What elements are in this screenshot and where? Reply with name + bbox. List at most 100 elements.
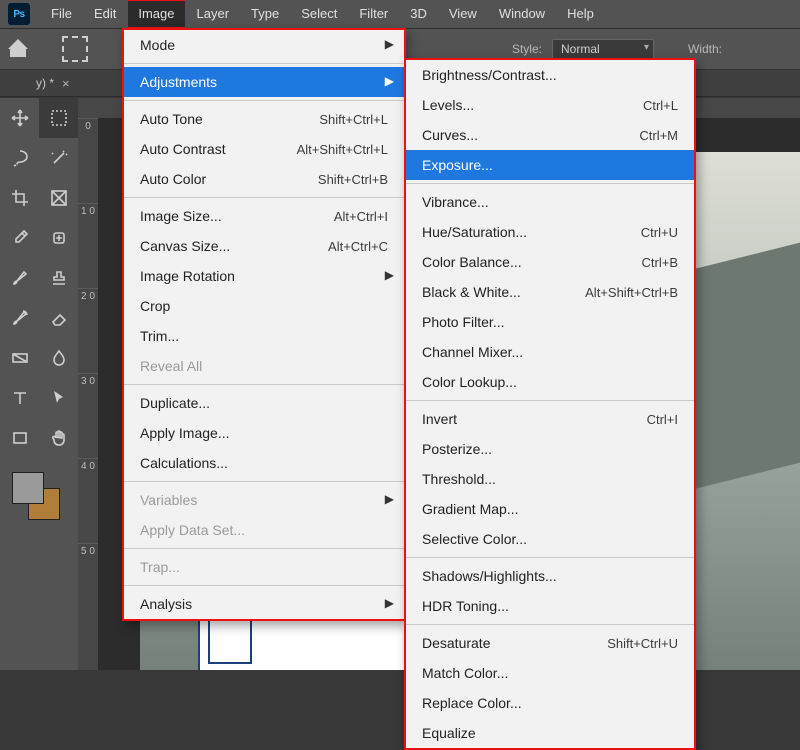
menu-3d[interactable]: 3D xyxy=(399,0,438,28)
adjustments-menu-invert[interactable]: Invert Ctrl+I xyxy=(406,404,694,434)
menu-item-label: Color Lookup... xyxy=(422,374,517,390)
menu-item-label: Invert xyxy=(422,411,457,427)
ruler-tick: 2 0 xyxy=(78,288,98,373)
brush-tool[interactable] xyxy=(0,258,39,298)
menu-help[interactable]: Help xyxy=(556,0,605,28)
image-menu: Mode▶Adjustments▶Auto ToneShift+Ctrl+LAu… xyxy=(122,28,406,621)
menu-item-shortcut: Shift+Ctrl+L xyxy=(211,112,388,127)
blur-tool[interactable] xyxy=(39,338,78,378)
history-brush-tool[interactable] xyxy=(0,298,39,338)
adjustments-menu-equalize[interactable]: Equalize xyxy=(406,718,694,748)
adjustments-menu-selective-color[interactable]: Selective Color... xyxy=(406,524,694,554)
image-menu-analysis[interactable]: Analysis▶ xyxy=(124,589,404,619)
path-selection-tool[interactable] xyxy=(39,378,78,418)
adjustments-menu-hue-saturation[interactable]: Hue/Saturation...Ctrl+U xyxy=(406,217,694,247)
adjustments-menu-match-color[interactable]: Match Color... xyxy=(406,658,694,688)
ruler-tick: 1 0 xyxy=(78,203,98,288)
type-tool[interactable] xyxy=(0,378,39,418)
image-menu-image-rotation[interactable]: Image Rotation▶ xyxy=(124,261,404,291)
menu-separator xyxy=(124,63,404,64)
menu-item-shortcut: Alt+Ctrl+I xyxy=(230,209,388,224)
rectangle-tool[interactable] xyxy=(0,418,39,458)
menu-separator xyxy=(124,197,404,198)
menu-edit[interactable]: Edit xyxy=(83,0,127,28)
menu-item-shortcut: Ctrl+I xyxy=(465,412,678,427)
lasso-tool[interactable] xyxy=(0,138,39,178)
menu-item-label: Replace Color... xyxy=(422,695,522,711)
menu-type[interactable]: Type xyxy=(240,0,290,28)
image-menu-trim[interactable]: Trim... xyxy=(124,321,404,351)
adjustments-menu-brightness-contrast[interactable]: Brightness/Contrast... xyxy=(406,60,694,90)
eyedropper-tool[interactable] xyxy=(0,218,39,258)
marquee-tool[interactable] xyxy=(39,98,78,138)
menu-window[interactable]: Window xyxy=(488,0,556,28)
image-menu-trap: Trap... xyxy=(124,552,404,582)
image-menu-canvas-size[interactable]: Canvas Size...Alt+Ctrl+C xyxy=(124,231,404,261)
move-tool[interactable] xyxy=(0,98,39,138)
menu-view[interactable]: View xyxy=(438,0,488,28)
adjustments-menu-exposure[interactable]: Exposure... xyxy=(406,150,694,180)
eraser-tool[interactable] xyxy=(39,298,78,338)
close-tab-icon[interactable]: × xyxy=(62,76,70,91)
image-menu-auto-contrast[interactable]: Auto ContrastAlt+Shift+Ctrl+L xyxy=(124,134,404,164)
tab-label-fragment[interactable]: ) * xyxy=(42,76,54,90)
adjustments-submenu: Brightness/Contrast...Levels...Ctrl+LCur… xyxy=(404,58,696,750)
menu-item-label: Variables xyxy=(140,492,197,508)
menu-image[interactable]: Image xyxy=(127,0,185,28)
menubar: Ps FileEditImageLayerTypeSelectFilter3DV… xyxy=(0,0,800,29)
menu-layer[interactable]: Layer xyxy=(186,0,241,28)
adjustments-menu-curves[interactable]: Curves...Ctrl+M xyxy=(406,120,694,150)
menu-item-label: Auto Contrast xyxy=(140,141,226,157)
menu-separator xyxy=(406,624,694,625)
adjustments-menu-posterize[interactable]: Posterize... xyxy=(406,434,694,464)
adjustments-menu-threshold[interactable]: Threshold... xyxy=(406,464,694,494)
menu-file[interactable]: File xyxy=(40,0,83,28)
menu-item-shortcut: Ctrl+L xyxy=(482,98,678,113)
menu-item-label: Color Balance... xyxy=(422,254,522,270)
adjustments-menu-levels[interactable]: Levels...Ctrl+L xyxy=(406,90,694,120)
adjustments-menu-black-white[interactable]: Black & White...Alt+Shift+Ctrl+B xyxy=(406,277,694,307)
marquee-indicator-icon xyxy=(62,36,88,62)
image-menu-calculations[interactable]: Calculations... xyxy=(124,448,404,478)
menu-item-label: Apply Data Set... xyxy=(140,522,245,538)
adjustments-menu-desaturate[interactable]: DesaturateShift+Ctrl+U xyxy=(406,628,694,658)
adjustments-menu-gradient-map[interactable]: Gradient Map... xyxy=(406,494,694,524)
image-menu-image-size[interactable]: Image Size...Alt+Ctrl+I xyxy=(124,201,404,231)
menu-item-label: Equalize xyxy=(422,725,476,741)
adjustments-menu-channel-mixer[interactable]: Channel Mixer... xyxy=(406,337,694,367)
adjustments-menu-shadows-highlights[interactable]: Shadows/Highlights... xyxy=(406,561,694,591)
ruler-tick: 4 0 xyxy=(78,458,98,543)
foreground-color-swatch[interactable] xyxy=(12,472,44,504)
menu-item-label: Curves... xyxy=(422,127,478,143)
menu-item-shortcut: Ctrl+B xyxy=(530,255,678,270)
menu-item-label: Channel Mixer... xyxy=(422,344,523,360)
image-menu-duplicate[interactable]: Duplicate... xyxy=(124,388,404,418)
adjustments-menu-color-balance[interactable]: Color Balance... Ctrl+B xyxy=(406,247,694,277)
image-menu-apply-image[interactable]: Apply Image... xyxy=(124,418,404,448)
menu-filter[interactable]: Filter xyxy=(348,0,399,28)
adjustments-menu-color-lookup[interactable]: Color Lookup... xyxy=(406,367,694,397)
stamp-tool[interactable] xyxy=(39,258,78,298)
color-swatches[interactable] xyxy=(12,472,60,520)
crop-tool[interactable] xyxy=(0,178,39,218)
image-menu-auto-color[interactable]: Auto ColorShift+Ctrl+B xyxy=(124,164,404,194)
adjustments-menu-replace-color[interactable]: Replace Color... xyxy=(406,688,694,718)
adjustments-menu-photo-filter[interactable]: Photo Filter... xyxy=(406,307,694,337)
frame-tool[interactable] xyxy=(39,178,78,218)
adjustments-menu-vibrance[interactable]: Vibrance... xyxy=(406,187,694,217)
adjustments-menu-hdr-toning[interactable]: HDR Toning... xyxy=(406,591,694,621)
image-menu-crop[interactable]: Crop xyxy=(124,291,404,321)
style-dropdown[interactable]: Normal xyxy=(552,39,654,59)
gradient-tool[interactable] xyxy=(0,338,39,378)
magic-wand-tool[interactable] xyxy=(39,138,78,178)
menu-item-label: Analysis xyxy=(140,596,192,612)
image-menu-adjustments[interactable]: Adjustments▶ xyxy=(124,67,404,97)
menu-separator xyxy=(406,183,694,184)
menu-item-label: Reveal All xyxy=(140,358,202,374)
menu-select[interactable]: Select xyxy=(290,0,348,28)
home-icon[interactable] xyxy=(8,39,28,59)
image-menu-mode[interactable]: Mode▶ xyxy=(124,30,404,60)
image-menu-auto-tone[interactable]: Auto ToneShift+Ctrl+L xyxy=(124,104,404,134)
heal-tool[interactable] xyxy=(39,218,78,258)
hand-tool[interactable] xyxy=(39,418,78,458)
